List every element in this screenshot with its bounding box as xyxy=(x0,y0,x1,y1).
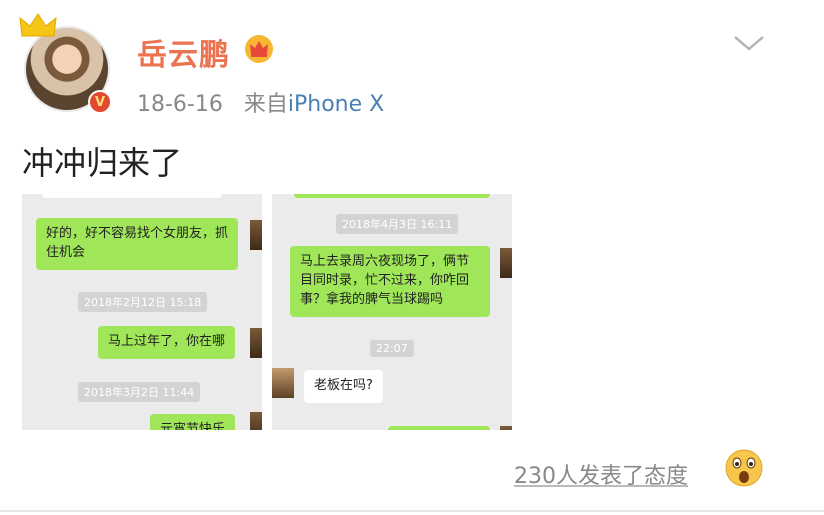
chat-timestamp: 2018年4月3日 16:11 xyxy=(336,214,459,234)
chat-avatar xyxy=(500,426,512,430)
chat-bubble-partial xyxy=(294,194,490,198)
post-text: 冲冲归来了 xyxy=(22,144,183,182)
chat-timestamp: 2018年2月12日 15:18 xyxy=(78,292,208,312)
chat-avatar xyxy=(250,220,262,250)
chat-bubble: 好的，好不容易找个女朋友，抓住机会 xyxy=(36,218,238,270)
crown-icon xyxy=(19,13,57,37)
chat-avatar xyxy=(272,368,294,398)
device-link[interactable]: iPhone X xyxy=(288,92,384,117)
chat-avatar xyxy=(250,412,262,430)
chat-avatar xyxy=(500,248,512,278)
avatar-wrap[interactable]: V xyxy=(19,13,112,114)
divider xyxy=(0,510,824,512)
chat-avatar xyxy=(250,328,262,358)
chat-bubble: 马上去录周六夜现场了，俩节目同时录，忙不过来，你咋回事？拿我的脾气当球踢吗 xyxy=(290,246,490,317)
reactions-link[interactable]: 230人发表了态度 xyxy=(514,458,688,490)
chat-bubble-partial xyxy=(42,194,222,198)
chat-timestamp: 22:07 xyxy=(370,340,414,357)
chat-screenshot-right: 2018年4月3日 16:11 马上去录周六夜现场了，俩节目同时录，忙不过来，你… xyxy=(272,194,512,430)
post-meta: 18-6-16 来自iPhone X xyxy=(137,86,384,118)
verified-badge-icon: V xyxy=(88,90,112,114)
chat-bubble: 马上过年了，你在哪 xyxy=(98,326,236,359)
chat-bubble-partial xyxy=(388,426,490,430)
chat-timestamp: 2018年3月2日 11:44 xyxy=(78,382,201,402)
shocked-face-icon[interactable] xyxy=(724,448,764,488)
username[interactable]: 岳云鹏 xyxy=(137,30,230,74)
chevron-down-icon[interactable] xyxy=(732,30,766,56)
chat-screenshot-left: 好的，好不容易找个女朋友，抓住机会 2018年2月12日 15:18 马上过年了… xyxy=(22,194,262,430)
source-prefix: 来自 xyxy=(243,92,288,117)
chat-bubble: 元宵节快乐 xyxy=(150,414,236,430)
post-image[interactable]: 好的，好不容易找个女朋友，抓住机会 2018年2月12日 15:18 马上过年了… xyxy=(22,194,512,430)
chat-bubble: 老板在吗? xyxy=(304,370,383,403)
post-header: V 岳云鹏 18-6-16 来自iPhone X xyxy=(0,0,824,130)
vip-crown-icon[interactable] xyxy=(244,34,274,64)
post-date: 18-6-16 xyxy=(137,92,223,117)
